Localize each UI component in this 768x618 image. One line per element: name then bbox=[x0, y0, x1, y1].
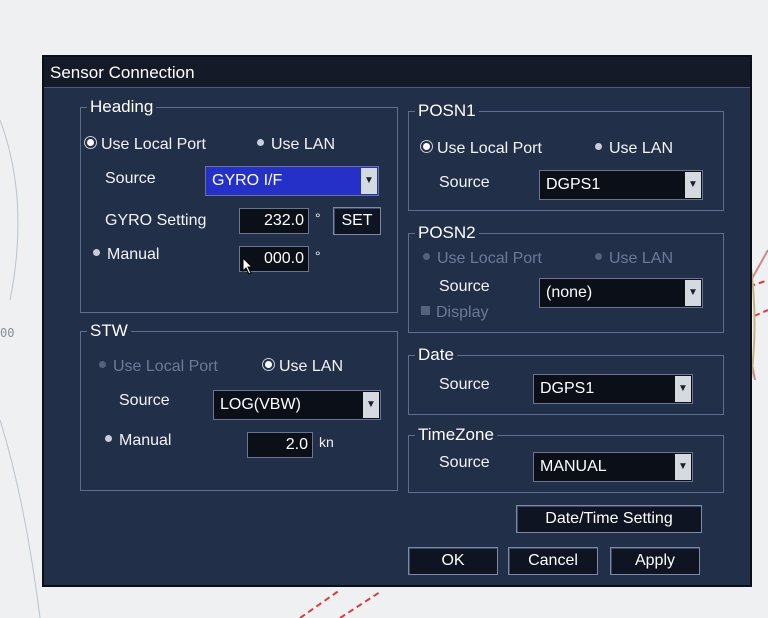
heading-source-label: Source bbox=[105, 170, 156, 187]
posn2-source-label: Source bbox=[439, 278, 490, 295]
radio-dot-icon bbox=[87, 139, 94, 147]
stw-manual-label: Manual bbox=[119, 432, 172, 449]
posn2-group: POSN2 Use Local Port Use LAN Source (non… bbox=[408, 223, 724, 333]
posn1-local-label: Use Local Port bbox=[437, 140, 542, 157]
radio-dot-icon bbox=[99, 361, 106, 369]
posn1-lan-label: Use LAN bbox=[609, 140, 674, 157]
timezone-source-label: Source bbox=[439, 454, 490, 471]
chevron-down-icon[interactable]: ▼ bbox=[363, 392, 379, 418]
gyro-setting-input[interactable]: 232.0 bbox=[239, 208, 309, 234]
radio-dot-icon bbox=[265, 361, 272, 369]
heading-group: Heading Use Local Port Use LAN Source GY… bbox=[80, 97, 398, 313]
heading-source-value: GYRO I/F bbox=[212, 172, 283, 189]
posn1-group-label: POSN1 bbox=[415, 101, 479, 121]
sensor-connection-dialog: Sensor Connection Heading Use Local Port… bbox=[42, 55, 752, 587]
posn2-lan-label: Use LAN bbox=[609, 250, 674, 267]
date-source-value: DGPS1 bbox=[540, 380, 595, 397]
stw-source-dropdown[interactable]: LOG(VBW) ▼ bbox=[213, 390, 381, 420]
stw-local-label: Use Local Port bbox=[113, 358, 218, 375]
date-time-setting-button[interactable]: Date/Time Setting bbox=[516, 505, 702, 533]
posn2-display-checkbox[interactable]: Display bbox=[421, 304, 488, 322]
posn1-source-dropdown[interactable]: DGPS1 ▼ bbox=[539, 170, 703, 200]
heading-use-local-port-radio[interactable]: Use Local Port bbox=[87, 136, 206, 154]
posn2-group-label: POSN2 bbox=[415, 223, 479, 243]
heading-manual-unit: ° bbox=[315, 248, 321, 264]
radio-dot-icon bbox=[93, 249, 100, 257]
stw-group-label: STW bbox=[87, 321, 131, 341]
stw-use-lan-radio[interactable]: Use LAN bbox=[265, 358, 343, 376]
timezone-source-value: MANUAL bbox=[540, 458, 607, 475]
heading-manual-radio[interactable]: Manual bbox=[93, 246, 159, 264]
stw-source-label: Source bbox=[119, 392, 170, 409]
heading-local-label: Use Local Port bbox=[101, 136, 206, 153]
date-source-label: Source bbox=[439, 376, 490, 393]
posn2-local-label: Use Local Port bbox=[437, 250, 542, 267]
gyro-setting-label: GYRO Setting bbox=[105, 212, 207, 229]
stw-use-local-port-radio[interactable]: Use Local Port bbox=[99, 358, 218, 376]
posn1-use-local-port-radio[interactable]: Use Local Port bbox=[423, 140, 542, 158]
stw-manual-input[interactable]: 2.0 bbox=[247, 432, 313, 458]
dialog-titlebar[interactable]: Sensor Connection bbox=[44, 57, 750, 88]
posn1-group: POSN1 Use Local Port Use LAN Source DGPS… bbox=[408, 101, 724, 211]
stw-group: STW Use Local Port Use LAN Source LOG(VB… bbox=[80, 321, 398, 491]
radio-dot-icon bbox=[595, 253, 602, 261]
gyro-set-button[interactable]: SET bbox=[333, 207, 381, 235]
posn2-use-lan-radio[interactable]: Use LAN bbox=[595, 250, 673, 268]
stw-lan-label: Use LAN bbox=[279, 358, 344, 375]
stw-source-value: LOG(VBW) bbox=[220, 396, 301, 413]
heading-use-lan-radio[interactable]: Use LAN bbox=[257, 136, 335, 154]
date-group: Date Source DGPS1 ▼ bbox=[408, 345, 724, 415]
heading-manual-label: Manual bbox=[107, 246, 160, 263]
posn2-use-local-port-radio[interactable]: Use Local Port bbox=[423, 250, 542, 268]
posn2-display-label: Display bbox=[436, 304, 489, 321]
timezone-source-dropdown[interactable]: MANUAL ▼ bbox=[533, 452, 693, 482]
ok-button[interactable]: OK bbox=[408, 547, 498, 575]
radio-dot-icon bbox=[423, 253, 430, 261]
radio-dot-icon bbox=[257, 139, 264, 147]
apply-button[interactable]: Apply bbox=[610, 547, 700, 575]
chevron-down-icon[interactable]: ▼ bbox=[361, 168, 377, 194]
date-group-label: Date bbox=[415, 345, 457, 365]
heading-group-label: Heading bbox=[87, 97, 157, 117]
posn1-use-lan-radio[interactable]: Use LAN bbox=[595, 140, 673, 158]
heading-source-dropdown[interactable]: GYRO I/F ▼ bbox=[205, 166, 379, 196]
posn1-source-value: DGPS1 bbox=[546, 176, 601, 193]
timezone-group-label: TimeZone bbox=[415, 425, 497, 445]
radio-dot-icon bbox=[423, 143, 430, 151]
chevron-down-icon[interactable]: ▼ bbox=[675, 454, 691, 480]
posn2-source-value: (none) bbox=[546, 284, 593, 301]
timezone-group: TimeZone Source MANUAL ▼ bbox=[408, 425, 724, 493]
date-source-dropdown[interactable]: DGPS1 ▼ bbox=[533, 374, 693, 404]
mouse-pointer-icon bbox=[242, 257, 254, 275]
chevron-down-icon[interactable]: ▼ bbox=[685, 172, 701, 198]
checkbox-icon bbox=[421, 306, 430, 316]
radio-dot-icon bbox=[595, 143, 602, 151]
posn2-source-dropdown[interactable]: (none) ▼ bbox=[539, 278, 703, 308]
stw-manual-unit: kn bbox=[319, 434, 334, 450]
chevron-down-icon[interactable]: ▼ bbox=[675, 376, 691, 402]
chart-scale-label: 00 bbox=[0, 326, 15, 340]
stw-manual-radio[interactable]: Manual bbox=[105, 432, 171, 450]
posn1-source-label: Source bbox=[439, 174, 490, 191]
dialog-title: Sensor Connection bbox=[50, 63, 195, 82]
cancel-button[interactable]: Cancel bbox=[508, 547, 598, 575]
gyro-unit: ° bbox=[315, 210, 321, 226]
heading-lan-label: Use LAN bbox=[271, 136, 336, 153]
chevron-down-icon[interactable]: ▼ bbox=[685, 280, 701, 306]
radio-dot-icon bbox=[105, 435, 112, 443]
